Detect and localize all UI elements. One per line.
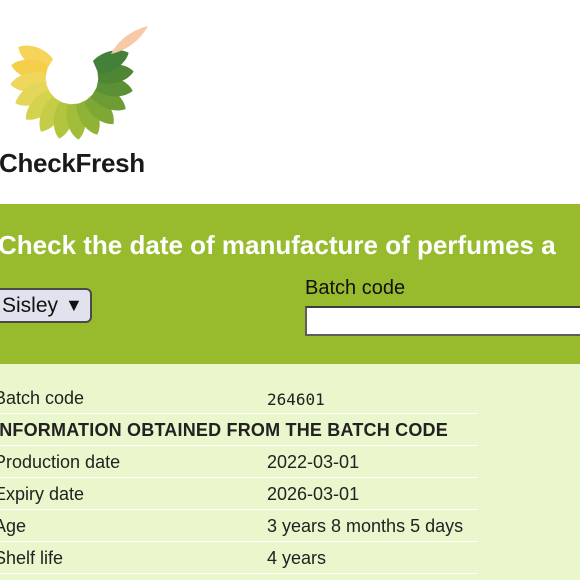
result-label: Age [0, 516, 27, 536]
header: CheckFresh [0, 0, 580, 204]
results-panel: Batch code 264601 INFORMATION OBTAINED F… [0, 364, 580, 580]
batch-code-input[interactable] [305, 306, 580, 336]
search-band: Check the date of manufacture of perfume… [0, 204, 580, 364]
result-value: 4 years [267, 548, 327, 568]
page-headline: Check the date of manufacture of perfume… [0, 230, 556, 260]
result-row-expiry-date: Expiry date 2026-03-01 [0, 478, 478, 510]
result-value: 2026-03-01 [267, 484, 360, 504]
result-label: Shelf life [0, 548, 64, 568]
result-value: 264601 [267, 390, 325, 409]
brand-select-value: Sisley [2, 293, 59, 317]
result-label: Batch code [0, 388, 85, 408]
result-label: Expiry date [0, 484, 85, 504]
section-heading-row: INFORMATION OBTAINED FROM THE BATCH CODE [0, 414, 478, 446]
brand-select[interactable]: Sisley ▼ [0, 288, 92, 323]
result-row-batch-code: Batch code 264601 [0, 382, 478, 414]
result-row-age: Age 3 years 8 months 5 days [0, 510, 478, 542]
chevron-down-icon: ▼ [65, 295, 83, 315]
result-label: Production date [0, 452, 121, 472]
brand-name: CheckFresh [0, 148, 145, 178]
result-row-production-date: Production date 2022-03-01 [0, 446, 478, 478]
checkfresh-logo-icon[interactable] [6, 4, 151, 144]
result-row-shelf-life: Shelf life 4 years [0, 542, 478, 574]
section-heading: INFORMATION OBTAINED FROM THE BATCH CODE [0, 420, 448, 440]
result-value: 3 years 8 months 5 days [267, 516, 464, 536]
result-value: 2022-03-01 [267, 452, 360, 472]
batch-code-label: Batch code [305, 277, 406, 299]
